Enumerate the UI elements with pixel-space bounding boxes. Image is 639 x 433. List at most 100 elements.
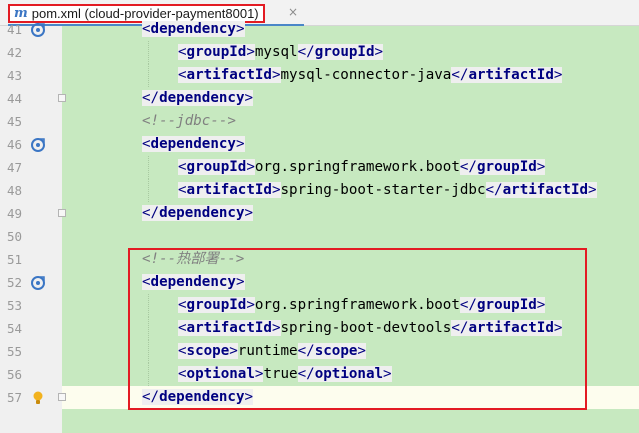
xml-text-value: mysql (254, 44, 298, 60)
xml-text-value: org.springframework.boot (254, 297, 460, 313)
code-row[interactable]: <optional>true</optional> (62, 363, 639, 386)
code-text: <dependency> (142, 18, 245, 41)
code-line-44[interactable]: 44 </dependency> (0, 87, 639, 110)
indent-guide (148, 64, 149, 87)
close-tab-icon[interactable]: × (288, 5, 298, 19)
fold-marker-icon[interactable] (58, 209, 66, 217)
maven-dependency-icon[interactable] (30, 275, 46, 291)
xml-tag-token: dependency (150, 274, 236, 290)
xml-tag-token: </ (459, 297, 477, 313)
code-row[interactable]: <groupId>mysql</groupId> (62, 41, 639, 64)
code-text: <!--热部署--> (142, 248, 244, 271)
xml-tag-token: </ (142, 389, 160, 405)
xml-tag-token: </ (142, 205, 160, 221)
code-text: <artifactId>mysql-connector-java</artifa… (178, 64, 563, 87)
line-number: 47 (6, 160, 22, 175)
xml-comment: <!--热部署--> (142, 251, 245, 267)
code-row[interactable]: <dependency> (62, 133, 639, 156)
xml-tag-token: artifactId (186, 182, 272, 198)
xml-tag-token: > (588, 182, 597, 198)
xml-tag-token: > (244, 389, 254, 405)
xml-tag-token: </ (485, 182, 503, 198)
code-text: </dependency> (142, 386, 254, 409)
code-row[interactable]: <artifactId>spring-boot-devtools</artifa… (62, 317, 639, 340)
code-text: <scope>runtime</scope> (178, 340, 366, 363)
code-line-42[interactable]: 42 <groupId>mysql</groupId> (0, 41, 639, 64)
indent-guide (148, 317, 149, 340)
xml-tag-token: < (178, 44, 187, 60)
code-line-46[interactable]: 46 <dependency> (0, 133, 639, 156)
code-line-48[interactable]: 48 <artifactId>spring-boot-starter-jdbc</… (0, 179, 639, 202)
xml-tag-token: dependency (159, 90, 245, 106)
code-row[interactable]: <dependency> (62, 18, 639, 41)
xml-tag-token: > (235, 21, 245, 37)
code-line-53[interactable]: 53 <groupId>org.springframework.boot</gro… (0, 294, 639, 317)
xml-tag-token: groupId (314, 44, 375, 60)
indent-guide (148, 156, 149, 179)
xml-text-value: spring-boot-starter-jdbc (280, 182, 486, 198)
line-number: 50 (6, 229, 22, 244)
xml-text-value: spring-boot-devtools (280, 320, 452, 336)
code-text: <groupId>org.springframework.boot</group… (178, 294, 546, 317)
indent-guide (148, 363, 149, 386)
code-row[interactable]: <!--热部署--> (62, 248, 639, 271)
xml-tag-token: > (553, 320, 563, 336)
fold-marker-icon[interactable] (58, 393, 66, 401)
code-line-43[interactable]: 43 <artifactId>mysql-connector-java</arti… (0, 64, 639, 87)
line-number: 53 (6, 298, 22, 313)
code-row[interactable]: <scope>runtime</scope> (62, 340, 639, 363)
line-number: 56 (6, 367, 22, 382)
xml-tag-token: > (235, 136, 245, 152)
maven-dependency-icon[interactable] (30, 137, 46, 153)
xml-tag-token: </ (297, 366, 315, 382)
code-row[interactable]: <groupId>org.springframework.boot</group… (62, 156, 639, 179)
xml-tag-token: > (553, 67, 563, 83)
xml-tag-token: dependency (150, 136, 236, 152)
xml-tag-token: > (246, 159, 255, 175)
code-text: <dependency> (142, 271, 245, 294)
xml-tag-token: > (357, 343, 366, 359)
xml-tag-token: artifactId (186, 320, 272, 336)
code-line-51[interactable]: 51 <!--热部署--> (0, 248, 639, 271)
xml-tag-token: artifactId (186, 67, 272, 83)
code-line-41[interactable]: 41 <dependency> (0, 18, 639, 41)
code-line-47[interactable]: 47 <groupId>org.springframework.boot</gro… (0, 156, 639, 179)
xml-tag-token: > (536, 159, 546, 175)
xml-tag-token: > (536, 297, 546, 313)
xml-tag-token: < (178, 159, 187, 175)
xml-comment: <!--jdbc--> (142, 113, 236, 129)
code-line-57[interactable]: 57 </dependency> (0, 386, 639, 409)
code-editor[interactable]: 41 <dependency> 42 <groupId>mysql</groupId>… (0, 21, 639, 433)
code-line-50[interactable]: 50 (0, 225, 639, 248)
code-row[interactable]: <!--jdbc--> (62, 110, 639, 133)
code-row[interactable]: </dependency> (62, 87, 639, 110)
maven-dependency-icon[interactable] (30, 22, 46, 38)
code-row[interactable]: <artifactId>mysql-connector-java</artifa… (62, 64, 639, 87)
code-row[interactable]: </dependency> (62, 386, 639, 409)
indent-guide (148, 179, 149, 202)
code-row[interactable]: <dependency> (62, 271, 639, 294)
xml-tag-token: </ (297, 343, 315, 359)
xml-tag-token: groupId (186, 44, 247, 60)
code-line-45[interactable]: 45 <!--jdbc--> (0, 110, 639, 133)
line-number: 42 (6, 45, 22, 60)
intention-bulb-icon[interactable] (30, 390, 46, 406)
line-number: 54 (6, 321, 22, 336)
xml-tag-token: groupId (476, 159, 537, 175)
code-line-54[interactable]: 54 <artifactId>spring-boot-devtools</arti… (0, 317, 639, 340)
code-line-55[interactable]: 55 <scope>runtime</scope> (0, 340, 639, 363)
code-row[interactable]: <groupId>org.springframework.boot</group… (62, 294, 639, 317)
code-line-52[interactable]: 52 <dependency> (0, 271, 639, 294)
code-row[interactable] (62, 225, 639, 248)
xml-tag-token: </ (459, 159, 477, 175)
code-row[interactable]: <artifactId>spring-boot-starter-jdbc</ar… (62, 179, 639, 202)
code-text: <artifactId>spring-boot-devtools</artifa… (178, 317, 563, 340)
code-row[interactable]: </dependency> (62, 202, 639, 225)
indent-guide (148, 41, 149, 64)
xml-text-value: org.springframework.boot (254, 159, 460, 175)
code-line-49[interactable]: 49 </dependency> (0, 202, 639, 225)
xml-tag-token: > (271, 320, 281, 336)
code-line-56[interactable]: 56 <optional>true</optional> (0, 363, 639, 386)
xml-tag-token: scope (186, 343, 230, 359)
fold-marker-icon[interactable] (58, 94, 66, 102)
